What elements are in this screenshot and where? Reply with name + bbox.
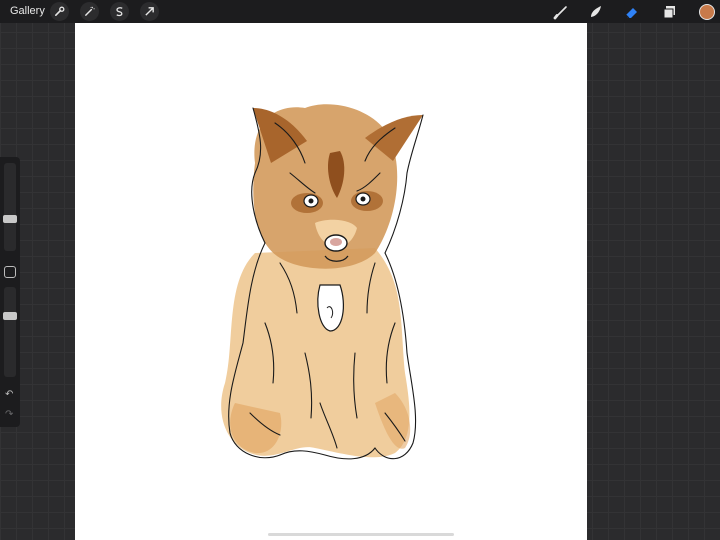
color-picker-swatch[interactable] [699,4,715,20]
brush-size-thumb[interactable] [3,215,17,223]
selection-button[interactable] [110,2,129,21]
redo-icon[interactable]: ↷ [5,409,13,420]
magic-wand-icon [85,6,95,16]
adjustments-wand-button[interactable] [80,2,99,21]
brush-icon [553,6,567,20]
yorkie-dog-illustration [221,104,424,460]
transform-button[interactable] [140,2,159,21]
home-indicator [268,533,454,536]
left-sidebar: ↶ ↷ [0,157,20,427]
layers-icon [663,6,675,19]
smudge-button[interactable] [586,2,606,22]
brush-button[interactable] [551,2,571,22]
eraser-button[interactable] [622,2,642,22]
undo-icon[interactable]: ↶ [5,389,13,400]
transform-arrow-icon [145,7,154,16]
selection-icon [116,7,123,17]
brush-size-slider[interactable] [4,163,16,251]
top-toolbar: Gallery [0,0,720,23]
eraser-icon [625,8,637,19]
opacity-thumb[interactable] [3,311,17,320]
wrench-icon [55,6,65,16]
actions-wrench-button[interactable] [50,2,69,21]
gallery-button[interactable]: Gallery [10,5,45,17]
smudge-icon [591,6,601,17]
opacity-slider[interactable] [4,287,16,377]
layers-button[interactable] [660,2,680,22]
drawing-canvas[interactable] [75,23,587,540]
modify-square-icon[interactable] [4,266,16,278]
